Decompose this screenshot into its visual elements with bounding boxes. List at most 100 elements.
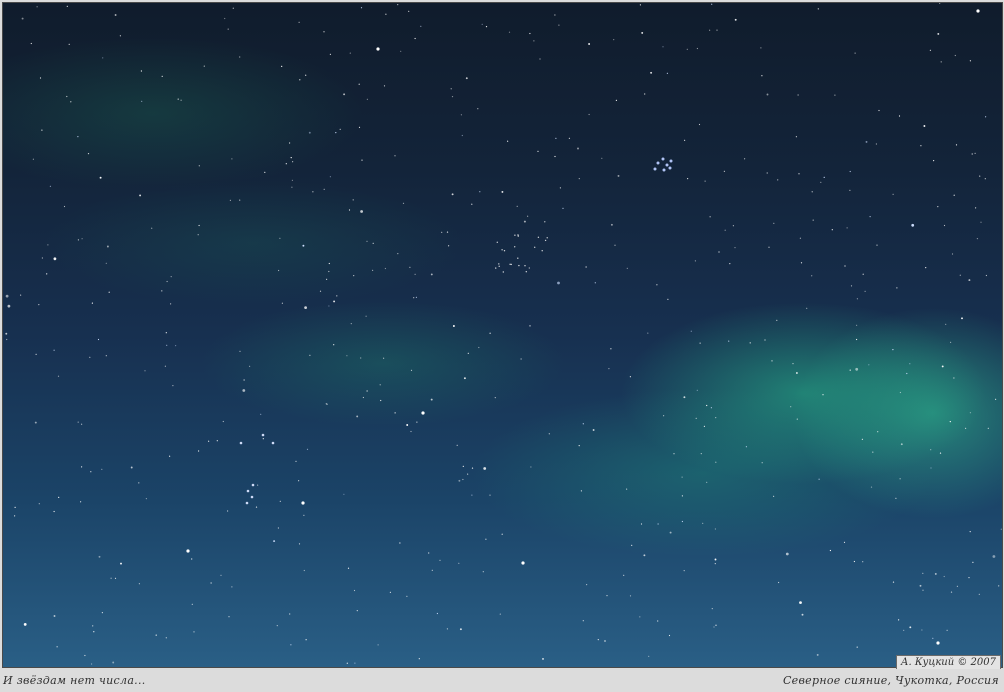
star (458, 562, 460, 564)
star (471, 494, 473, 496)
star (289, 613, 291, 615)
star (709, 216, 711, 218)
star (542, 657, 544, 660)
star (436, 612, 438, 615)
star (718, 251, 720, 253)
star (87, 153, 90, 155)
star (20, 294, 22, 296)
star (498, 263, 500, 265)
star (298, 21, 300, 23)
star (77, 421, 79, 423)
star (298, 480, 300, 482)
star (663, 415, 665, 417)
star (943, 575, 945, 578)
star (878, 109, 880, 112)
star (482, 571, 484, 573)
star (471, 203, 473, 205)
star (785, 552, 789, 556)
star (604, 640, 606, 642)
star (350, 323, 352, 325)
star (431, 569, 433, 571)
star (46, 273, 48, 275)
star (668, 166, 672, 170)
star (353, 589, 356, 592)
star (239, 350, 241, 352)
star (101, 612, 103, 614)
star (246, 489, 250, 493)
star (811, 191, 813, 193)
star (319, 290, 322, 292)
star (451, 193, 454, 196)
star (527, 215, 529, 217)
star (298, 543, 301, 545)
star (761, 462, 763, 464)
star (91, 663, 93, 665)
star (817, 8, 819, 10)
star (614, 244, 616, 246)
star (992, 555, 996, 558)
star (667, 298, 669, 300)
star (227, 510, 229, 512)
star (856, 324, 858, 326)
star (471, 467, 474, 469)
photo-frame: А. Куцкий © 2007 И звёздам нет числа... … (0, 0, 1004, 692)
star (716, 29, 718, 31)
star (32, 158, 34, 160)
star (662, 46, 664, 48)
star (588, 43, 591, 45)
star (723, 170, 726, 172)
star (53, 615, 56, 617)
star (336, 295, 338, 297)
star (99, 176, 102, 179)
star (965, 427, 967, 429)
star (979, 175, 981, 177)
star (478, 346, 480, 349)
star (760, 47, 762, 49)
star (854, 52, 856, 54)
star (203, 65, 205, 67)
star (662, 168, 666, 172)
star (84, 654, 86, 657)
star (352, 199, 354, 201)
star (906, 372, 908, 375)
star (30, 42, 32, 45)
star (7, 304, 11, 308)
star (768, 246, 770, 248)
star (951, 253, 954, 255)
star (943, 224, 946, 227)
star (249, 365, 251, 367)
star (892, 193, 894, 195)
star (38, 503, 40, 505)
star (262, 438, 264, 440)
star (820, 181, 822, 183)
star (406, 424, 409, 426)
star (734, 18, 737, 21)
star (862, 273, 864, 275)
star (172, 385, 174, 387)
star (777, 179, 779, 181)
star (939, 3, 941, 4)
star (446, 628, 448, 630)
star (529, 32, 531, 35)
star (868, 364, 870, 366)
star (228, 616, 230, 618)
star (165, 637, 167, 639)
star (276, 625, 278, 627)
star (559, 187, 562, 189)
star (724, 229, 726, 231)
star (144, 370, 146, 372)
star-field (5, 3, 1002, 665)
star (343, 93, 346, 96)
star (956, 585, 959, 587)
star (816, 653, 819, 656)
star (577, 147, 579, 150)
star (380, 399, 382, 402)
star (640, 523, 643, 525)
star (499, 613, 501, 615)
star (704, 180, 706, 182)
star (714, 563, 716, 565)
star (687, 178, 689, 180)
star (656, 161, 660, 165)
star (946, 629, 948, 631)
star (702, 522, 704, 525)
